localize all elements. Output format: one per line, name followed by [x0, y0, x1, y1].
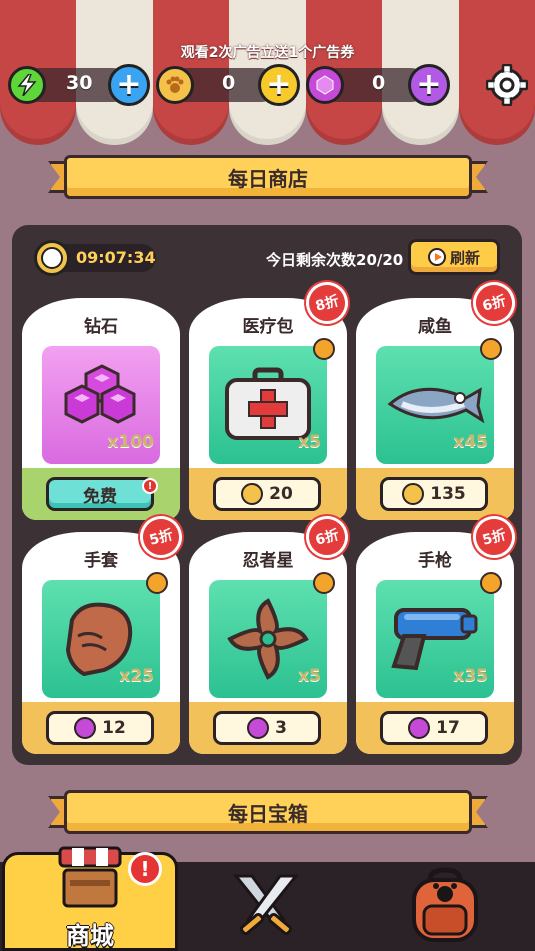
shop-item-glove[interactable]: 手套 x25 12	[22, 532, 180, 754]
add-energy-button[interactable]: +	[108, 64, 150, 106]
paw-coin-icon	[402, 483, 425, 505]
coin-value: 0	[222, 72, 236, 94]
item-name: 钻石	[84, 317, 118, 337]
shop-item-medkit[interactable]: 医疗包 x5 20	[189, 298, 347, 520]
add-coin-button[interactable]: +	[258, 64, 300, 106]
energy-value: 30	[66, 72, 93, 94]
refresh-label: 刷新	[449, 248, 480, 267]
gem-icon	[408, 717, 431, 739]
energy-bolt-icon	[8, 66, 46, 104]
paw-coin-icon	[241, 483, 264, 505]
buy-button[interactable]: 12	[46, 711, 154, 745]
gem-icon	[74, 717, 97, 739]
daily-shop-banner: 每日商店	[48, 155, 488, 199]
refresh-button[interactable]: 刷新	[408, 239, 500, 275]
item-qty: x35	[453, 666, 488, 686]
shop-stall-icon	[50, 840, 130, 910]
gem-icon	[247, 717, 270, 739]
alert-badge-icon: !	[142, 478, 158, 494]
item-qty: x5	[298, 432, 321, 452]
free-claim-button[interactable]: 免费	[46, 477, 154, 511]
shop-item-salted-fish[interactable]: 咸鱼 x45 135	[356, 298, 514, 520]
item-qty: x25	[119, 666, 154, 686]
item-qty: x45	[453, 432, 488, 452]
paw-badge-icon	[146, 572, 168, 594]
alert-badge-icon: !	[128, 852, 162, 886]
paw-badge-icon	[480, 572, 502, 594]
add-gem-button[interactable]: +	[408, 64, 450, 106]
paw-badge-icon	[313, 338, 335, 360]
buy-button[interactable]: 20	[213, 477, 321, 511]
item-qty: x100	[107, 432, 154, 452]
paw-coin-icon	[156, 66, 194, 104]
shop-item-diamond[interactable]: 钻石 x100 免费 !	[22, 298, 180, 520]
remaining-count: 今日剩余次数20/20	[266, 251, 404, 269]
price-value: 20	[269, 484, 293, 504]
buy-button[interactable]: 17	[380, 711, 488, 745]
backpack-icon[interactable]	[400, 866, 490, 946]
clock-icon	[34, 240, 70, 276]
item-qty: x5	[298, 666, 321, 686]
buy-button[interactable]: 3	[213, 711, 321, 745]
shop-item-shuriken[interactable]: 忍者星 x5 3	[189, 532, 347, 754]
ad-promo-text: 观看2次广告立送1个广告券	[180, 45, 355, 61]
paw-badge-icon	[480, 338, 502, 360]
crossed-swords-icon[interactable]	[228, 870, 304, 942]
price-value: 17	[436, 718, 460, 738]
refresh-timer: 09:07:34	[76, 248, 156, 267]
daily-shop-title: 每日商店	[64, 155, 472, 199]
price-value: 3	[275, 718, 287, 738]
price-value: 135	[430, 484, 466, 504]
settings-gear-icon[interactable]	[485, 63, 529, 107]
buy-button[interactable]: 135	[380, 477, 488, 511]
gem-icon	[306, 66, 344, 104]
nav-tab-shop-label: 商城	[66, 922, 114, 950]
daily-chest-banner: 每日宝箱	[48, 790, 488, 834]
price-value: 12	[102, 718, 126, 738]
paw-badge-icon	[313, 572, 335, 594]
shop-item-pistol[interactable]: 手枪 x35 17	[356, 532, 514, 754]
video-ad-icon	[427, 248, 446, 266]
gem-value: 0	[372, 72, 386, 94]
daily-chest-title: 每日宝箱	[64, 790, 472, 834]
